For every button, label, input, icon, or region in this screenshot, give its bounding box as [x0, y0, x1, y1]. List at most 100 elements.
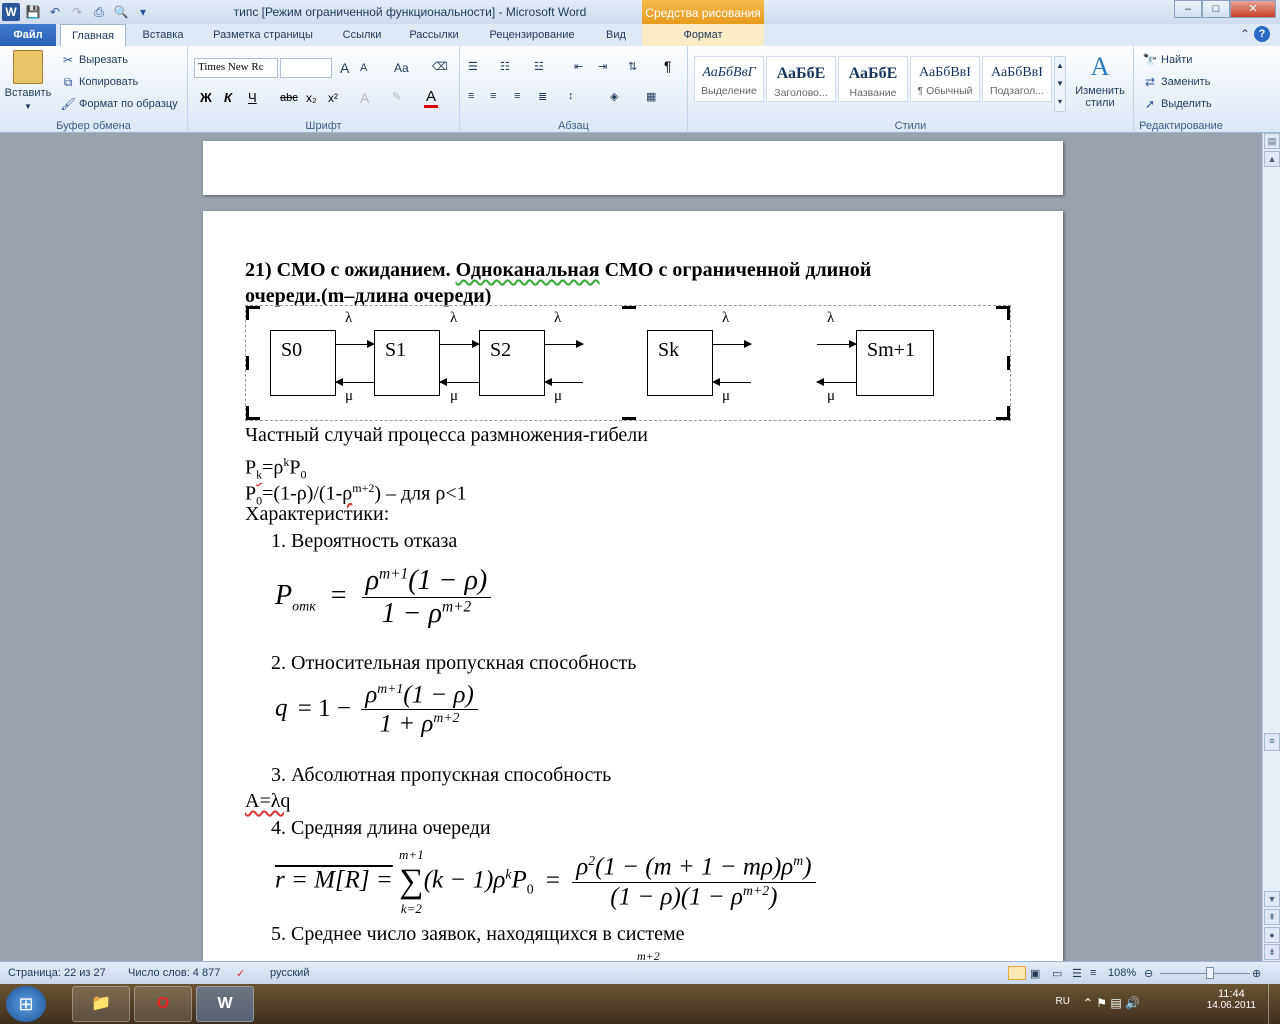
style-heading[interactable]: АаБбЕ Заголово... — [766, 56, 836, 102]
undo-icon[interactable]: ↶ — [46, 3, 64, 21]
sort-icon[interactable]: ⇅ — [628, 60, 637, 73]
strikethrough-button[interactable]: abc — [280, 92, 298, 104]
spellcheck-icon[interactable]: ✓ — [236, 967, 245, 980]
state-diagram[interactable]: S0 S1 S2 Sk Sm+1 λ λ λ λ λ μ μ μ μ μ — [245, 305, 1011, 421]
resize-handle[interactable] — [246, 406, 249, 420]
select-browse-object-icon[interactable]: ● — [1264, 927, 1280, 943]
outline-view-icon[interactable]: ☰ — [1072, 967, 1082, 980]
show-desktop-button[interactable] — [1268, 984, 1280, 1024]
line-spacing-icon[interactable]: ↕ — [568, 90, 574, 102]
font-size-select[interactable] — [280, 58, 332, 78]
zoom-slider[interactable] — [1160, 973, 1250, 974]
minimize-button[interactable]: – — [1174, 0, 1202, 18]
shrink-font-button[interactable]: A — [360, 62, 367, 74]
document-area[interactable]: 21) СМО с ожиданием. Одноканальная СМО с… — [0, 133, 1262, 961]
multilevel-list-icon[interactable]: ☳ — [534, 60, 544, 73]
tray-icons[interactable]: ⌃ ⚑ ▤ 🔊 — [1083, 996, 1140, 1010]
change-case-button[interactable]: Aa — [394, 61, 409, 75]
bullets-icon[interactable]: ☰ — [468, 60, 478, 73]
align-left-icon[interactable]: ≡ — [468, 90, 474, 102]
borders-icon[interactable]: ▦ — [646, 90, 656, 103]
bold-button[interactable]: Ж — [200, 90, 212, 105]
minimize-ribbon-icon[interactable]: ⌃ — [1240, 27, 1250, 41]
full-screen-view-icon[interactable]: ▣ — [1030, 967, 1040, 980]
maximize-button[interactable]: □ — [1202, 0, 1230, 18]
style-title[interactable]: АаБбЕ Название — [838, 56, 908, 102]
tab-insert[interactable]: Вставка — [132, 24, 194, 46]
style-normal[interactable]: АаБбВвІ ¶ Обычный — [910, 56, 980, 102]
align-center-icon[interactable]: ≡ — [490, 90, 496, 102]
scroll-up-icon[interactable]: ▲ — [1264, 151, 1280, 167]
resize-handle[interactable] — [622, 306, 636, 309]
start-button-icon[interactable]: ⊞ — [6, 986, 46, 1022]
page-indicator[interactable]: Страница: 22 из 27 — [8, 967, 106, 979]
resize-handle[interactable] — [1007, 406, 1010, 420]
word-app-icon[interactable]: W — [2, 3, 20, 21]
justify-icon[interactable]: ≣ — [538, 90, 547, 103]
explorer-taskbar-icon[interactable]: 📁 — [72, 986, 130, 1022]
resize-handle[interactable] — [246, 306, 249, 320]
tab-view[interactable]: Вид — [594, 24, 638, 46]
web-view-icon[interactable]: ▭ — [1052, 967, 1062, 980]
word-taskbar-icon[interactable]: W — [196, 986, 254, 1022]
change-styles-button[interactable]: A Изменить стили — [1072, 52, 1128, 109]
tab-page-layout[interactable]: Разметка страницы — [200, 24, 326, 46]
zoom-out-icon[interactable]: ⊖ — [1144, 967, 1153, 980]
word-count[interactable]: Число слов: 4 877 — [128, 967, 220, 979]
tab-file[interactable]: Файл — [0, 24, 56, 46]
shading-icon[interactable]: ◈ — [610, 90, 618, 103]
print-icon[interactable]: ⎙ — [90, 3, 108, 21]
subscript-button[interactable]: x₂ — [306, 91, 317, 105]
zoom-in-icon[interactable]: ⊕ — [1252, 967, 1261, 980]
resize-handle[interactable] — [1007, 356, 1010, 370]
tab-home[interactable]: Главная — [60, 24, 126, 46]
highlight-icon[interactable]: ✎ — [392, 90, 401, 103]
ruler-toggle-icon[interactable]: ▤ — [1264, 133, 1280, 149]
font-color-button[interactable]: А — [424, 88, 439, 108]
zoom-level[interactable]: 108% — [1108, 967, 1136, 979]
resize-handle[interactable] — [622, 417, 636, 420]
clock[interactable]: 11:44 14.06.2011 — [1207, 988, 1256, 1011]
find-button[interactable]: 🔭 Найти — [1142, 52, 1193, 68]
format-painter-button[interactable]: 🖌 Формат по образцу — [60, 96, 177, 112]
show-formatting-button[interactable]: ¶ — [664, 58, 672, 74]
grow-font-button[interactable]: A — [340, 60, 349, 76]
tab-format[interactable]: Формат — [642, 24, 764, 46]
input-language[interactable]: RU — [1056, 996, 1070, 1007]
copy-button[interactable]: ⧉ Копировать — [60, 74, 139, 90]
replace-button[interactable]: ⇄ Заменить — [1142, 74, 1210, 90]
increase-indent-icon[interactable]: ⇥ — [598, 60, 607, 73]
draft-view-icon[interactable]: ≡ — [1090, 967, 1096, 979]
font-family-select[interactable]: Times New Rc — [194, 58, 278, 78]
resize-handle[interactable] — [1007, 306, 1010, 320]
tab-references[interactable]: Ссылки — [332, 24, 392, 46]
select-button[interactable]: ➚ Выделить — [1142, 96, 1212, 112]
help-icon[interactable]: ? — [1254, 26, 1270, 42]
zoom-slider-thumb[interactable] — [1206, 967, 1214, 979]
opera-taskbar-icon[interactable]: O — [134, 986, 192, 1022]
tab-review[interactable]: Рецензирование — [476, 24, 588, 46]
numbering-icon[interactable]: ☷ — [500, 60, 510, 73]
resize-handle[interactable] — [246, 356, 249, 370]
cut-button[interactable]: ✂ Вырезать — [60, 52, 128, 68]
scroll-thumb[interactable]: ≡ — [1264, 733, 1280, 751]
print-preview-icon[interactable]: 🔍 — [112, 3, 130, 21]
style-subtitle[interactable]: АаБбВвІ Подзагол... — [982, 56, 1052, 102]
align-right-icon[interactable]: ≡ — [514, 90, 520, 102]
current-page[interactable]: 21) СМО с ожиданием. Одноканальная СМО с… — [203, 211, 1063, 961]
styles-scroll-icon[interactable]: ▲ ▼ ▾ — [1054, 56, 1066, 112]
close-button[interactable]: ✕ — [1230, 0, 1276, 18]
underline-button[interactable]: Ч — [248, 90, 257, 105]
scroll-down-icon[interactable]: ▼ — [1264, 891, 1280, 907]
previous-page-icon[interactable]: ⇞ — [1264, 909, 1280, 925]
text-effects-icon[interactable]: A — [360, 90, 369, 106]
superscript-button[interactable]: x² — [328, 91, 338, 105]
redo-icon[interactable]: ↷ — [68, 3, 86, 21]
decrease-indent-icon[interactable]: ⇤ — [574, 60, 583, 73]
style-emphasis[interactable]: АаБбВвГ Выделение — [694, 56, 764, 102]
next-page-icon[interactable]: ⇟ — [1264, 944, 1280, 960]
italic-button[interactable]: К — [224, 90, 232, 105]
save-icon[interactable]: 💾 — [24, 3, 42, 21]
tab-mailings[interactable]: Рассылки — [398, 24, 470, 46]
customize-qat-icon[interactable]: ▾ — [134, 3, 152, 21]
